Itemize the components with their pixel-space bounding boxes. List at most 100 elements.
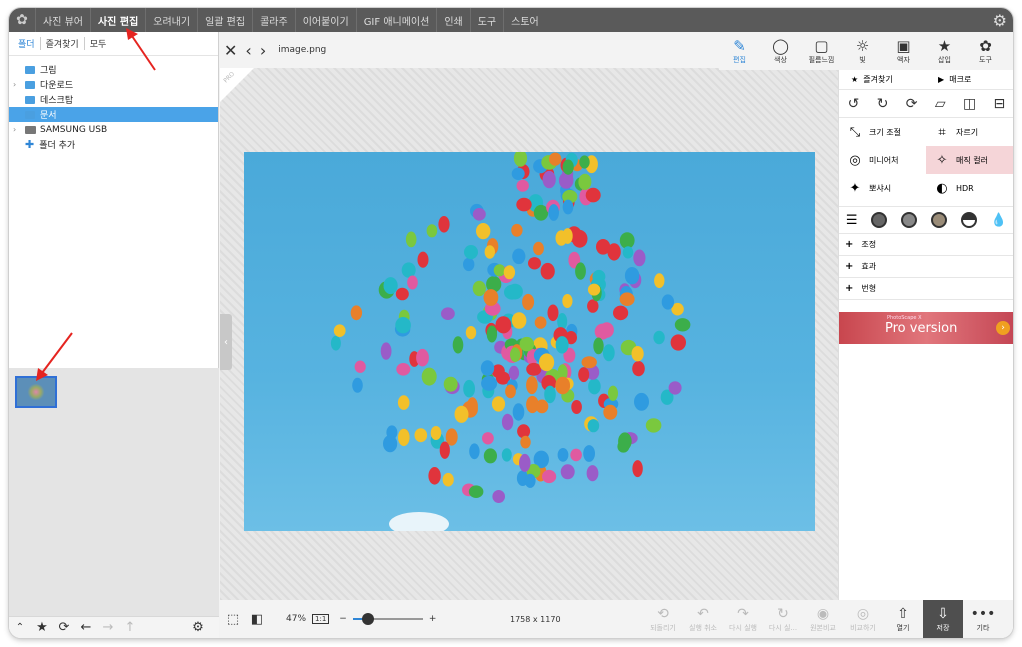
balloon xyxy=(414,428,428,443)
folder-node[interactable]: 데스크탑 xyxy=(9,92,218,107)
image-thumbnail[interactable] xyxy=(15,376,57,408)
menu-item-2[interactable]: 오려내기 xyxy=(145,8,197,32)
collapse-chevron-icon[interactable]: ⌃ xyxy=(9,622,31,633)
expand-chevron-icon[interactable]: › xyxy=(13,125,25,134)
flip-horizontal-icon[interactable]: ◫ xyxy=(963,96,976,112)
settings-gear-icon[interactable]: ⚙ xyxy=(993,11,1007,30)
left-settings-gear-icon[interactable]: ⚙ xyxy=(187,620,209,635)
balloon xyxy=(570,448,582,462)
expand-chevron-icon[interactable]: › xyxy=(13,80,25,89)
menu-item-8[interactable]: 도구 xyxy=(469,8,503,32)
menu-item-7[interactable]: 인쇄 xyxy=(436,8,469,32)
balloon xyxy=(588,378,601,395)
balloon xyxy=(578,367,590,383)
miniature-icon: ◎ xyxy=(849,152,861,168)
balloon xyxy=(562,159,574,175)
folder-node[interactable]: › 다운로드 xyxy=(9,77,218,92)
menu-item-5[interactable]: 이어붙이기 xyxy=(294,8,356,32)
star-icon[interactable]: ★ xyxy=(31,620,53,635)
action-revert[interactable]: ⟲ 되돌리기 xyxy=(643,600,683,638)
rotate-free-icon[interactable]: ⟳ xyxy=(906,96,918,112)
action-compare[interactable]: ◉ 원본비교 xyxy=(803,600,843,638)
folder-node[interactable]: ✚ 폴더 추가 xyxy=(9,137,218,152)
close-icon[interactable]: ✕ xyxy=(224,41,237,60)
action-redo[interactable]: ↷ 다시 실행 xyxy=(723,600,763,638)
back-arrow-icon[interactable]: ← xyxy=(75,620,97,635)
menu-item-1[interactable]: 사진 편집 xyxy=(89,8,145,32)
actual-size-button[interactable]: 1:1 xyxy=(312,614,330,624)
balloon xyxy=(505,384,516,399)
edited-photo[interactable] xyxy=(244,152,815,531)
macro-button[interactable]: ▶ 매크로 xyxy=(926,74,1013,85)
folder-node[interactable]: 그림 xyxy=(9,62,218,77)
tool-bloom[interactable]: ✦ 뽀샤시 xyxy=(839,174,926,202)
menu-item-4[interactable]: 콜라주 xyxy=(252,8,295,32)
zoom-slider[interactable] xyxy=(352,613,423,625)
app-logo-icon[interactable]: ✿ xyxy=(9,8,35,32)
tool-frame[interactable]: ▣ 액자 xyxy=(883,32,924,70)
collapse-left-panel-handle[interactable]: ‹ xyxy=(220,314,232,370)
tool-hdr[interactable]: ◐ HDR xyxy=(926,174,1013,202)
refresh-icon[interactable]: ⟳ xyxy=(53,620,75,635)
balloon xyxy=(540,262,555,280)
tool-edit[interactable]: ✎ 편집 xyxy=(719,32,760,70)
rotate-left-icon[interactable]: ↺ xyxy=(848,96,860,112)
sharpen-drop-icon[interactable]: 💧 xyxy=(991,213,1007,228)
balloon xyxy=(516,197,532,212)
balloon xyxy=(491,396,506,412)
filter-medium-icon[interactable] xyxy=(901,212,918,228)
tab-folders[interactable]: 폴더 xyxy=(13,37,41,50)
filter-warm-icon[interactable] xyxy=(931,212,948,228)
action-undo[interactable]: ↶ 실행 취소 xyxy=(683,600,723,638)
light-icon: ☼ xyxy=(855,37,870,55)
tool-film[interactable]: ▢ 필름느낌 xyxy=(801,32,842,70)
forward-arrow-icon[interactable]: → xyxy=(97,620,119,635)
accordion-section[interactable]: + 조정 xyxy=(839,234,1013,256)
action-share[interactable]: ⇧ 열기 xyxy=(883,600,923,638)
banner-go-icon[interactable]: › xyxy=(996,321,1010,335)
action-save[interactable]: ⇩ 저장 xyxy=(923,600,963,638)
tab-all[interactable]: 모두 xyxy=(85,37,112,50)
next-icon[interactable]: › xyxy=(260,41,266,60)
filter-half-icon[interactable] xyxy=(961,212,978,228)
selection-grid-icon[interactable]: ⬚ xyxy=(224,611,242,627)
rotate-right-icon[interactable]: ↻ xyxy=(877,96,889,112)
tool-resize[interactable]: ⤡ 크기 조절 xyxy=(839,118,926,146)
zoom-in-icon[interactable]: + xyxy=(429,614,437,624)
menu-item-3[interactable]: 일괄 편집 xyxy=(197,8,252,32)
tool-color[interactable]: ◯ 색상 xyxy=(760,32,801,70)
prev-icon[interactable]: ‹ xyxy=(245,41,251,60)
flip-vertical-icon[interactable]: ⊟ xyxy=(994,96,1006,112)
tool-light[interactable]: ☼ 빛 xyxy=(842,32,883,70)
pro-version-banner[interactable]: PhotoScape X Pro version › xyxy=(839,312,1013,344)
folder-node[interactable]: › SAMSUNG USB xyxy=(9,122,218,137)
action-redo-all[interactable]: ↻ 다시 실... xyxy=(763,600,803,638)
folder-icon xyxy=(25,65,35,74)
split-view-icon[interactable]: ◧ xyxy=(248,611,266,627)
zoom-out-icon[interactable]: − xyxy=(339,614,347,624)
menu-item-0[interactable]: 사진 뷰어 xyxy=(35,8,90,32)
zoom-slider-knob[interactable] xyxy=(362,613,375,625)
action-more[interactable]: ••• 기타 xyxy=(963,600,1003,638)
straighten-icon[interactable]: ▱ xyxy=(935,96,946,112)
action-compare2[interactable]: ◎ 비교하기 xyxy=(843,600,883,638)
menu-item-9[interactable]: 스토어 xyxy=(503,8,546,32)
tab-favorites[interactable]: 즐겨찾기 xyxy=(41,37,85,50)
filter-dark-icon[interactable] xyxy=(871,212,888,228)
tool-tools[interactable]: ✿ 도구 xyxy=(965,32,1006,70)
tool-insert[interactable]: ★ 삽입 xyxy=(924,32,965,70)
accordion-section[interactable]: + 효과 xyxy=(839,256,1013,278)
folder-label: 다운로드 xyxy=(40,81,74,91)
menu-item-6[interactable]: GIF 애니메이션 xyxy=(355,8,437,32)
tool-magic-wand[interactable]: ✧ 매직 컬러 xyxy=(926,146,1013,174)
folder-node[interactable]: 문서 xyxy=(9,107,218,122)
tool-miniature[interactable]: ◎ 미니어처 xyxy=(839,146,926,174)
balloon xyxy=(330,335,341,351)
accordion-section[interactable]: + 번형 xyxy=(839,278,1013,300)
favorites-button[interactable]: ★ 즐겨찾기 xyxy=(839,74,926,85)
tool-label: 액자 xyxy=(897,56,910,64)
list-icon[interactable]: ☰ xyxy=(846,213,858,228)
tool-crop[interactable]: ⌗ 자르기 xyxy=(926,118,1013,146)
usb-drive-icon xyxy=(25,125,36,134)
up-arrow-icon[interactable]: ↑ xyxy=(119,620,141,635)
